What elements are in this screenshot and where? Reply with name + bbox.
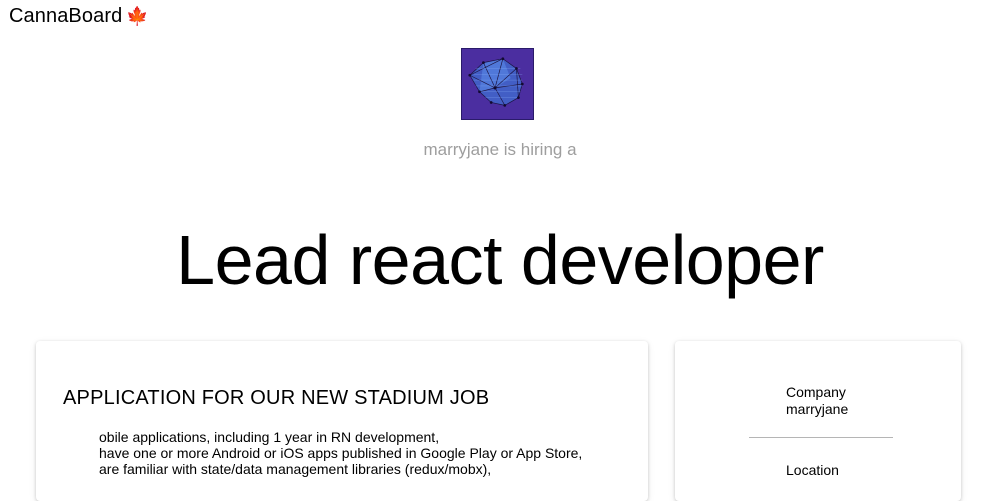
job-description-card: APPLICATION FOR OUR NEW STADIUM JOB obil…	[36, 341, 648, 501]
company-logo	[461, 48, 534, 120]
location-label: Location	[786, 462, 839, 478]
job-details-card: Company marryjane Location	[675, 341, 961, 501]
company-label: Company	[786, 384, 846, 400]
job-description-heading: APPLICATION FOR OUR NEW STADIUM JOB	[63, 387, 490, 409]
app-header: CannaBoard 🍁	[9, 3, 149, 29]
job-description-text: obile applications, including 1 year in …	[99, 429, 619, 477]
description-line: have one or more Android or iOS apps pub…	[99, 445, 583, 461]
divider	[749, 437, 893, 438]
brand-name[interactable]: CannaBoard	[9, 5, 122, 28]
job-title: Lead react developer	[176, 221, 824, 299]
hiring-text: marryjane is hiring a	[423, 140, 577, 159]
company-value: marryjane	[786, 401, 849, 417]
network-graphic-icon	[462, 49, 533, 119]
description-line: are familiar with state/data management …	[99, 461, 492, 477]
maple-leaf-icon: 🍁	[126, 6, 149, 26]
description-line: obile applications, including 1 year in …	[99, 429, 440, 445]
